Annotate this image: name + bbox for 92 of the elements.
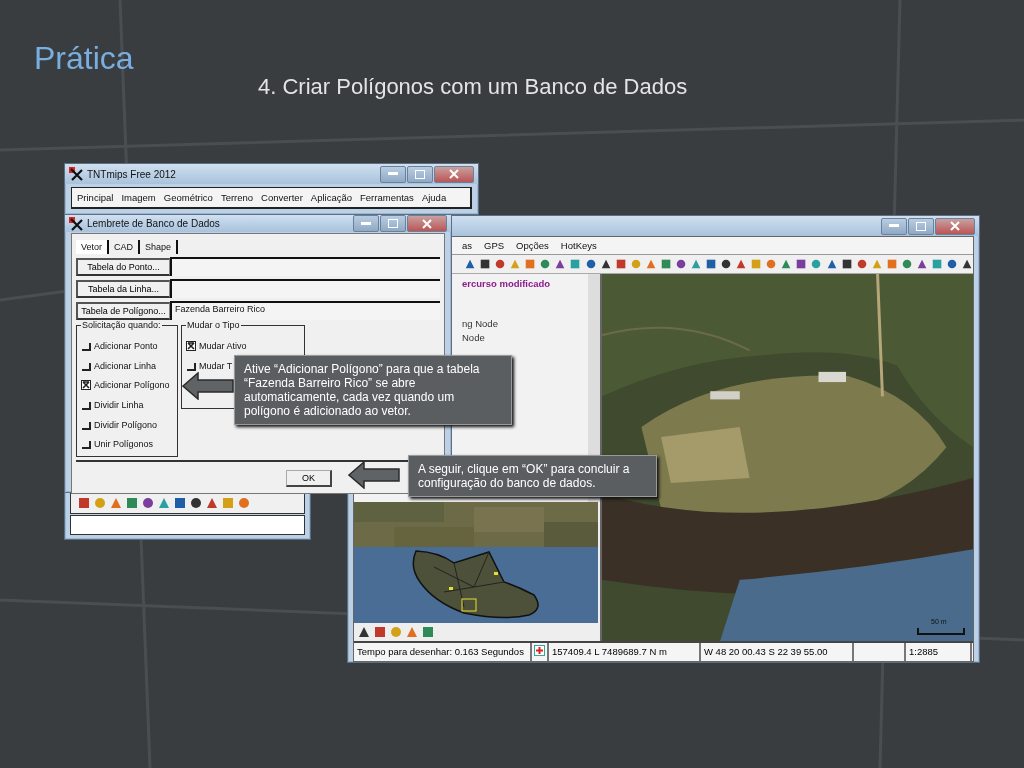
table-button[interactable]: Tabela do Ponto... xyxy=(76,257,170,276)
menu-item[interactable]: GPS xyxy=(484,240,505,251)
maximize-icon xyxy=(388,219,398,228)
option-label: Dividir Polígono xyxy=(94,419,158,430)
close-icon xyxy=(449,169,459,179)
close-button[interactable] xyxy=(434,165,474,183)
option-label: Mudar T xyxy=(199,360,233,371)
close-icon xyxy=(950,221,960,231)
checkbox[interactable] xyxy=(81,360,91,371)
toolbar-icon[interactable] xyxy=(479,257,492,271)
tab[interactable]: CAD xyxy=(109,240,141,254)
option-label: Adicionar Linha xyxy=(94,360,157,371)
menu-item[interactable]: Terreno xyxy=(220,192,254,203)
status-text: Tempo para desenhar: 0.163 Segundos xyxy=(354,643,532,661)
checkbox[interactable] xyxy=(81,380,91,391)
table-button[interactable]: Tabela de Polígono... xyxy=(76,301,170,320)
minimize-button[interactable] xyxy=(380,165,406,183)
toolbar-icon[interactable] xyxy=(141,496,155,510)
toolbar-icon[interactable] xyxy=(494,257,507,271)
table-field[interactable]: Fazenda Barreiro Rico xyxy=(170,301,440,320)
window-title: Lembrete de Banco de Dados xyxy=(87,218,221,229)
minimize-button[interactable] xyxy=(881,217,907,235)
callout-text: Ative “Adicionar Polígono” para que a tabela “Fazenda Barreiro Rico” se abre automaticamente, cada vez quando um polígono é adicionado ao vetor. xyxy=(234,355,512,425)
toolbar-icon[interactable] xyxy=(674,257,687,271)
scale-text: 1:2885 xyxy=(906,643,972,661)
option-label: Dividir Linha xyxy=(94,399,144,410)
toolbar-icon[interactable] xyxy=(189,496,203,510)
legend-item[interactable]: ng Node xyxy=(462,318,498,329)
coordinates-text: 157409.4 L 7489689.7 N m xyxy=(549,643,701,661)
checkbox[interactable] xyxy=(81,439,91,450)
checkbox[interactable] xyxy=(81,399,91,410)
minimize-icon xyxy=(889,224,899,228)
option-label: Adicionar Ponto xyxy=(94,340,158,351)
menu-item[interactable]: Principal xyxy=(77,192,114,203)
latlong-text: W 48 20 00.43 S 22 39 55.00 xyxy=(701,643,854,661)
checkbox[interactable] xyxy=(186,340,196,351)
group-title: Solicitação quando: xyxy=(81,320,162,330)
checkbox[interactable] xyxy=(186,360,196,371)
option-label: Adicionar Polígono xyxy=(94,380,170,391)
maximize-icon xyxy=(916,221,926,231)
close-icon xyxy=(422,218,432,229)
crosshair-icon[interactable] xyxy=(534,645,545,656)
legend-item[interactable]: Node xyxy=(462,332,485,343)
group-title: Mudar o Tipo xyxy=(186,320,241,330)
toolbar-icon[interactable] xyxy=(373,625,387,639)
maximize-button[interactable] xyxy=(407,165,433,183)
input-field[interactable] xyxy=(70,515,305,535)
app-icon xyxy=(69,216,83,231)
menu-item[interactable]: Ferramentas xyxy=(360,192,414,203)
callout-text: A seguir, clique em “OK” para concluir a configuração do banco de dados. xyxy=(408,455,657,497)
slide-title: Prática xyxy=(34,40,134,77)
menu-item[interactable]: Opções xyxy=(516,240,549,251)
legend-heading: ercurso modificado xyxy=(462,278,551,289)
toolbar-icon[interactable] xyxy=(795,257,808,271)
option-label: Mudar Ativo xyxy=(199,340,247,351)
toolbar-icon[interactable] xyxy=(720,257,733,271)
toolbar-icon[interactable] xyxy=(614,257,627,271)
table-field[interactable] xyxy=(170,257,440,276)
option-label: Unir Polígonos xyxy=(94,439,154,450)
toolbar-icon[interactable] xyxy=(584,257,597,271)
tab[interactable]: Vetor xyxy=(76,240,109,254)
toolbar-icon[interactable] xyxy=(840,257,853,271)
minimize-icon xyxy=(388,172,398,176)
close-button[interactable] xyxy=(935,217,975,235)
maximize-button[interactable] xyxy=(908,217,934,235)
table-field[interactable] xyxy=(170,279,440,298)
toolbar-icon[interactable] xyxy=(855,257,868,271)
app-icon xyxy=(69,167,83,181)
maximize-icon xyxy=(415,169,425,179)
ok-button[interactable]: OK xyxy=(286,470,332,488)
close-button[interactable] xyxy=(407,215,447,232)
toolbar-icon[interactable] xyxy=(705,257,718,271)
minimize-icon xyxy=(361,221,371,226)
slide-subtitle: 4. Criar Polígonos com um Banco de Dados xyxy=(258,74,688,100)
toolbar-icon[interactable] xyxy=(946,257,959,271)
toolbar-icon[interactable] xyxy=(173,496,187,510)
menu-item[interactable]: Geométrico xyxy=(163,192,213,203)
toolbar-icon[interactable] xyxy=(357,625,371,639)
table-button[interactable]: Tabela da Linha... xyxy=(76,279,170,298)
menu-item[interactable]: as xyxy=(462,240,473,251)
checkbox[interactable] xyxy=(81,419,91,430)
checkbox[interactable] xyxy=(81,340,91,351)
maximize-button[interactable] xyxy=(380,215,406,232)
menu-item[interactable]: Imagem xyxy=(121,192,156,203)
menu-item[interactable]: Converter xyxy=(261,192,303,203)
tab[interactable]: Shape xyxy=(140,240,179,254)
minimize-button[interactable] xyxy=(353,215,379,232)
toolbar-icon[interactable] xyxy=(77,496,91,510)
window-title: TNTmips Free 2012 xyxy=(87,168,177,180)
menu-item[interactable]: Ajuda xyxy=(421,192,447,203)
menu-item[interactable]: HotKeys xyxy=(560,240,597,251)
menu-item[interactable]: Aplicação xyxy=(310,192,352,203)
